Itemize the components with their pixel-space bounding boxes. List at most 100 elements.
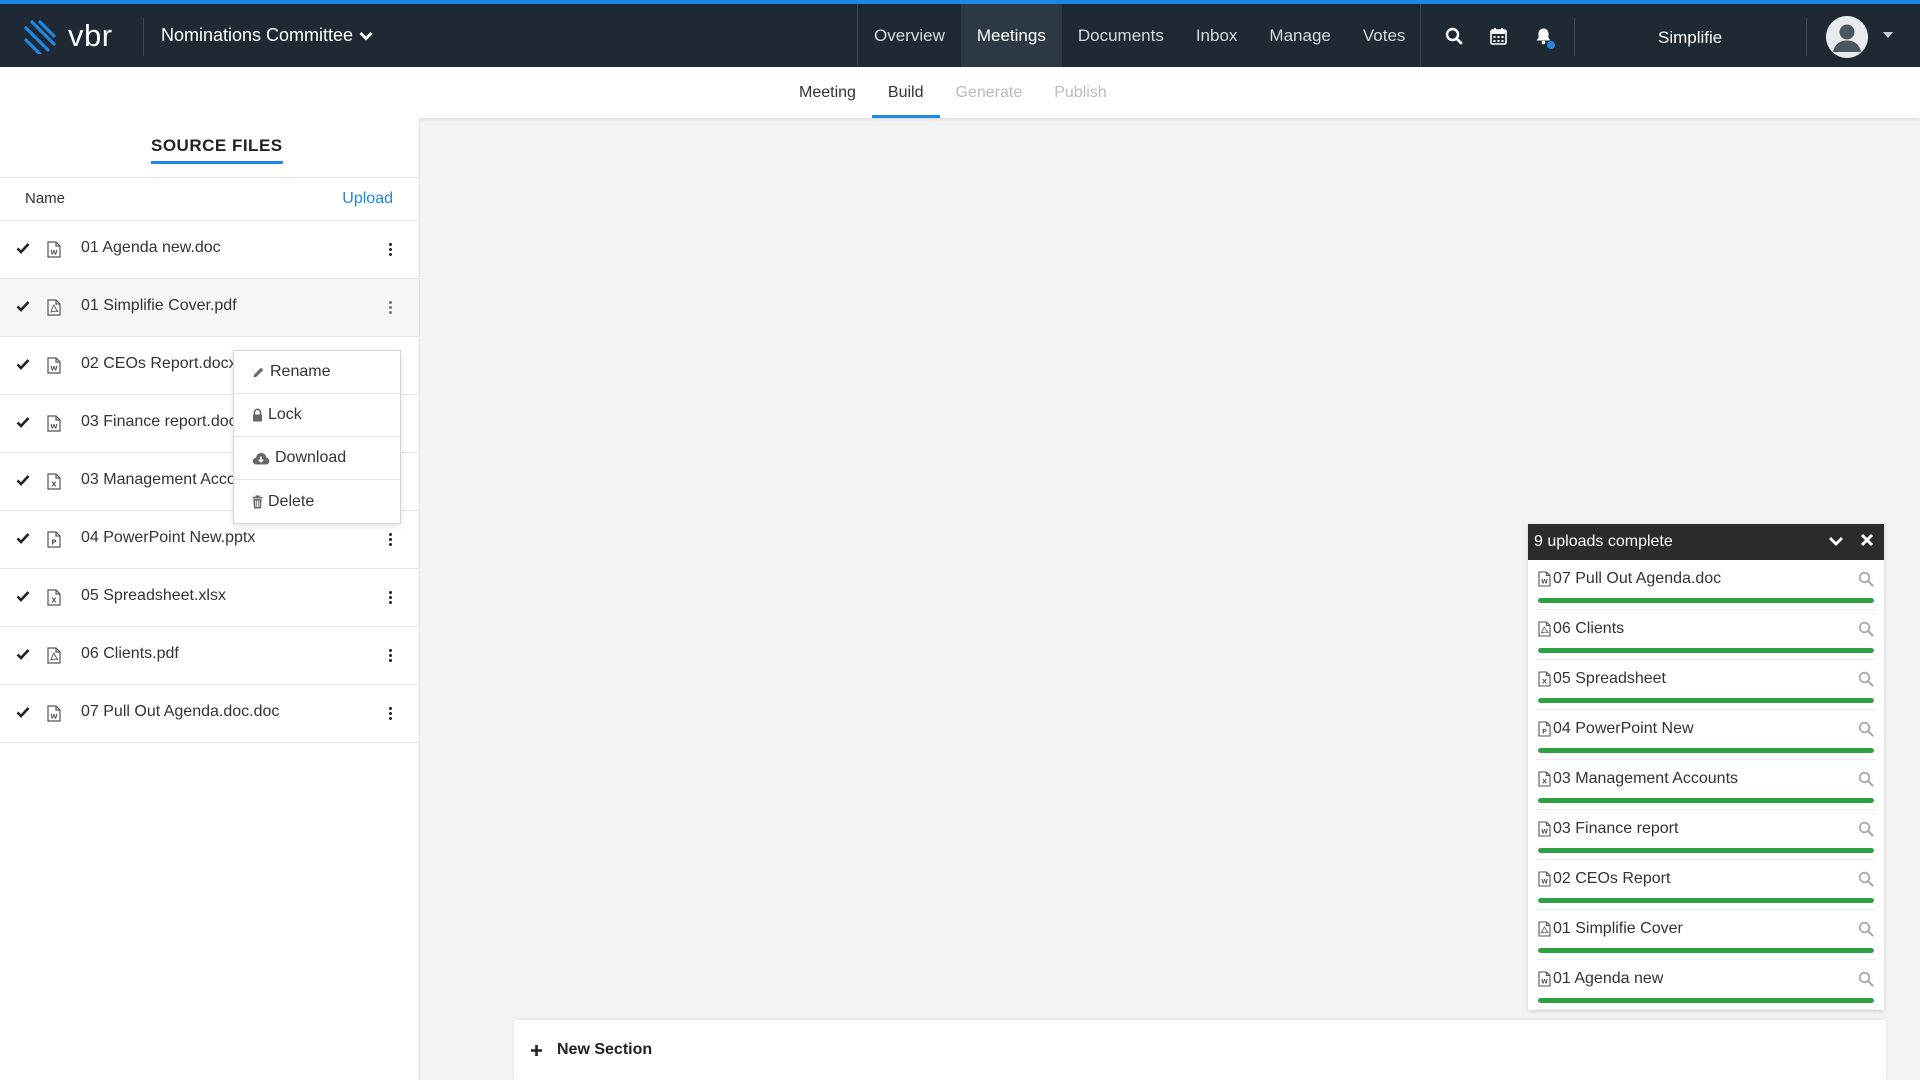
notification-badge	[1546, 40, 1556, 50]
word-file-icon: W	[47, 415, 61, 432]
nav-icon-group	[1420, 4, 1566, 67]
panel-title: SOURCE FILES	[151, 136, 283, 164]
file-name: 01 Simplifie Cover.pdf	[81, 297, 237, 314]
search-icon[interactable]	[1858, 571, 1874, 587]
upload-item: W 03 Finance report	[1536, 810, 1876, 860]
upload-file-name: 06 Clients	[1553, 620, 1625, 637]
organization-name[interactable]: Simplifie	[1658, 28, 1722, 48]
menu-item-rename[interactable]: Rename	[234, 351, 400, 394]
menu-item-label: Delete	[268, 492, 315, 510]
more-options-icon[interactable]	[384, 237, 396, 261]
search-icon[interactable]	[1858, 971, 1874, 987]
more-options-icon[interactable]	[384, 643, 396, 667]
more-options-icon[interactable]	[384, 295, 396, 319]
file-name: 03 Finance report.docx	[81, 413, 233, 430]
brand-name: vbr	[68, 18, 113, 53]
word-file-icon: W	[47, 357, 61, 374]
upload-link[interactable]: Upload	[342, 190, 393, 208]
word-file-icon: W	[1538, 821, 1551, 837]
check-icon	[16, 359, 30, 370]
search-icon[interactable]	[1858, 721, 1874, 737]
excel-file-icon: X	[1538, 671, 1551, 687]
upload-progress-bar	[1538, 748, 1874, 753]
upload-file-name: 03 Management Accounts	[1553, 770, 1739, 787]
chevron-down-icon[interactable]	[1828, 533, 1844, 549]
search-button[interactable]	[1431, 4, 1476, 67]
more-options-icon[interactable]	[384, 585, 396, 609]
meeting-tabs: Meeting Build Generate Publish	[783, 67, 1123, 118]
word-file-icon: W	[47, 241, 61, 258]
upload-item: W 01 Agenda new	[1536, 960, 1876, 1010]
tab-meeting[interactable]: Meeting	[783, 67, 872, 118]
search-icon[interactable]	[1858, 671, 1874, 687]
file-row[interactable]: 01 Simplifie Cover.pdf	[0, 279, 419, 337]
column-header-name: Name	[25, 190, 66, 207]
new-section-button[interactable]: New Section	[514, 1020, 1886, 1080]
menu-item-lock[interactable]: Lock	[234, 394, 400, 437]
uploads-panel: 9 uploads complete W 07 Pull Out Agenda.…	[1528, 524, 1884, 1010]
more-options-icon[interactable]	[384, 701, 396, 725]
vbr-logo-icon	[24, 20, 56, 54]
file-row[interactable]: 06 Clients.pdf	[0, 627, 419, 685]
search-icon[interactable]	[1858, 871, 1874, 887]
excel-file-icon: X	[47, 589, 61, 606]
check-icon	[16, 707, 30, 718]
upload-file-name: 04 PowerPoint New	[1553, 720, 1694, 737]
main-nav: Overview Meetings Documents Inbox Manage…	[857, 4, 1421, 67]
upload-progress-bar	[1538, 648, 1874, 653]
committee-selector[interactable]: Nominations Committee	[161, 25, 373, 46]
pdf-file-icon	[47, 647, 61, 664]
nav-inbox[interactable]: Inbox	[1180, 4, 1254, 67]
notifications-button[interactable]	[1521, 4, 1566, 67]
upload-progress-bar	[1538, 798, 1874, 803]
svg-text:X: X	[51, 481, 57, 489]
upload-file-name: 02 CEOs Report	[1553, 870, 1671, 887]
search-icon	[1445, 27, 1462, 44]
check-icon	[16, 243, 30, 254]
upload-item: P 04 PowerPoint New	[1536, 710, 1876, 760]
svg-text:W: W	[50, 249, 57, 257]
search-icon[interactable]	[1858, 621, 1874, 637]
upload-progress-bar	[1538, 598, 1874, 603]
upload-progress-bar	[1538, 848, 1874, 853]
nav-documents[interactable]: Documents	[1062, 4, 1180, 67]
user-avatar-icon	[1826, 16, 1868, 58]
divider	[143, 18, 144, 56]
search-icon[interactable]	[1858, 821, 1874, 837]
file-row[interactable]: X 05 Spreadsheet.xlsx	[0, 569, 419, 627]
menu-item-label: Rename	[270, 363, 331, 380]
nav-overview[interactable]: Overview	[858, 4, 961, 67]
tab-build[interactable]: Build	[871, 67, 940, 118]
excel-file-icon: X	[47, 473, 61, 490]
pdf-file-icon	[1538, 621, 1551, 637]
nav-manage[interactable]: Manage	[1253, 4, 1346, 67]
nav-votes[interactable]: Votes	[1347, 4, 1422, 67]
upload-file-name: 01 Simplifie Cover	[1553, 920, 1683, 937]
brand-logo[interactable]: vbr	[22, 18, 113, 54]
lock-icon	[253, 408, 262, 422]
file-name: 03 Management Accounts.xlsx	[81, 471, 233, 488]
caret-down-icon[interactable]	[1883, 32, 1893, 38]
tab-publish: Publish	[1054, 83, 1107, 101]
menu-item-delete[interactable]: Delete	[234, 480, 400, 523]
pdf-file-icon	[1538, 921, 1551, 937]
uploads-controls	[1828, 533, 1874, 549]
svg-text:W: W	[1541, 579, 1548, 586]
more-options-icon[interactable]	[384, 527, 396, 551]
file-name: 07 Pull Out Agenda.doc.doc	[81, 703, 280, 720]
user-avatar[interactable]	[1826, 16, 1868, 58]
file-row[interactable]: W 07 Pull Out Agenda.doc.doc	[0, 685, 419, 743]
calendar-button[interactable]	[1476, 4, 1521, 67]
file-row[interactable]: W 01 Agenda new.doc	[0, 221, 419, 279]
nav-meetings[interactable]: Meetings	[960, 4, 1062, 67]
excel-file-icon: X	[1538, 771, 1551, 787]
menu-item-label: Lock	[268, 406, 302, 423]
menu-item-download[interactable]: Download	[234, 437, 400, 480]
close-icon[interactable]	[1860, 533, 1874, 547]
upload-item: W 07 Pull Out Agenda.doc	[1536, 560, 1876, 610]
search-icon[interactable]	[1858, 921, 1874, 937]
search-icon[interactable]	[1858, 771, 1874, 787]
divider	[1574, 18, 1575, 56]
file-context-menu: Rename Lock Download Delete	[233, 350, 401, 524]
check-icon	[16, 475, 30, 486]
